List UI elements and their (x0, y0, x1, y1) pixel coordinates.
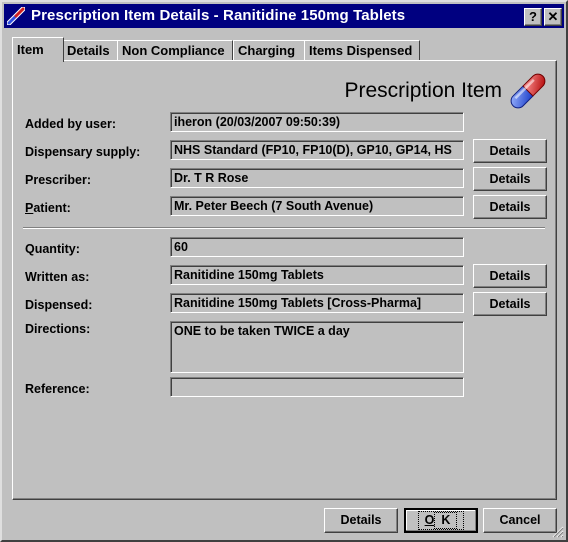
window-title: Prescription Item Details - Ranitidine 1… (31, 7, 406, 24)
close-button[interactable]: ✕ (544, 8, 562, 26)
patient-label-rest: atient: (33, 201, 71, 215)
tab-items-dispensed-label: Items Dispensed (309, 43, 413, 58)
patient-field: Mr. Peter Beech (7 South Avenue) (170, 196, 464, 216)
ok-button[interactable]: OK (404, 508, 478, 533)
quantity-label: Quantity: (25, 242, 80, 256)
resize-grip-icon[interactable] (552, 526, 564, 538)
patient-details-button[interactable]: Details (473, 195, 547, 219)
dispensed-details-button[interactable]: Details (473, 292, 547, 316)
directions-field: ONE to be taken TWICE a day (170, 321, 464, 373)
panel-header-title: Prescription Item (344, 79, 502, 102)
tab-items-dispensed[interactable]: Items Dispensed (304, 40, 420, 61)
dispensary-supply-label: Dispensary supply: (25, 145, 141, 159)
prescriber-label: Prescriber: (25, 173, 92, 187)
prescriber-field: Dr. T R Rose (170, 168, 464, 188)
directions-label: Directions: (25, 322, 91, 336)
ok-label-rest: K (434, 512, 458, 529)
written-as-label: Written as: (25, 270, 90, 284)
patient-label: Patient: (25, 201, 71, 215)
tab-non-compliance-label: Non Compliance (122, 43, 225, 58)
details-button[interactable]: Details (324, 508, 398, 533)
tab-details-label: Details (67, 43, 110, 58)
reference-label: Reference: (25, 382, 90, 396)
tab-charging-label: Charging (238, 43, 296, 58)
reference-field (170, 377, 464, 397)
quantity-field: 60 (170, 237, 464, 257)
separator (23, 227, 545, 229)
written-as-details-button[interactable]: Details (473, 264, 547, 288)
cancel-button[interactable]: Cancel (483, 508, 557, 533)
ok-button-label: OK (417, 511, 465, 530)
dispensary-supply-details-button[interactable]: Details (473, 139, 547, 163)
prescriber-details-button[interactable]: Details (473, 167, 547, 191)
help-button[interactable]: ? (524, 8, 542, 26)
dispensary-supply-field: NHS Standard (FP10, FP10(D), GP10, GP14,… (170, 140, 464, 160)
written-as-field: Ranitidine 150mg Tablets (170, 265, 464, 285)
dispensed-field: Ranitidine 150mg Tablets [Cross-Pharma] (170, 293, 464, 313)
capsule-icon (510, 73, 546, 109)
tab-item-label: Item (17, 42, 44, 57)
pill-app-icon (7, 7, 25, 25)
tab-item[interactable]: Item (12, 37, 64, 62)
title-bar[interactable]: Prescription Item Details - Ranitidine 1… (4, 4, 564, 28)
dialog-window: Prescription Item Details - Ranitidine 1… (0, 0, 568, 542)
added-by-user-label: Added by user: (25, 117, 116, 131)
tab-charging[interactable]: Charging (233, 40, 307, 61)
ok-accelerator: O (424, 513, 435, 527)
dispensed-label: Dispensed: (25, 298, 93, 312)
item-tab-panel: Prescription Item Added by user: iheron … (12, 60, 557, 500)
tab-non-compliance[interactable]: Non Compliance (117, 40, 233, 61)
added-by-user-field: iheron (20/03/2007 09:50:39) (170, 112, 464, 132)
tab-details[interactable]: Details (62, 40, 118, 61)
